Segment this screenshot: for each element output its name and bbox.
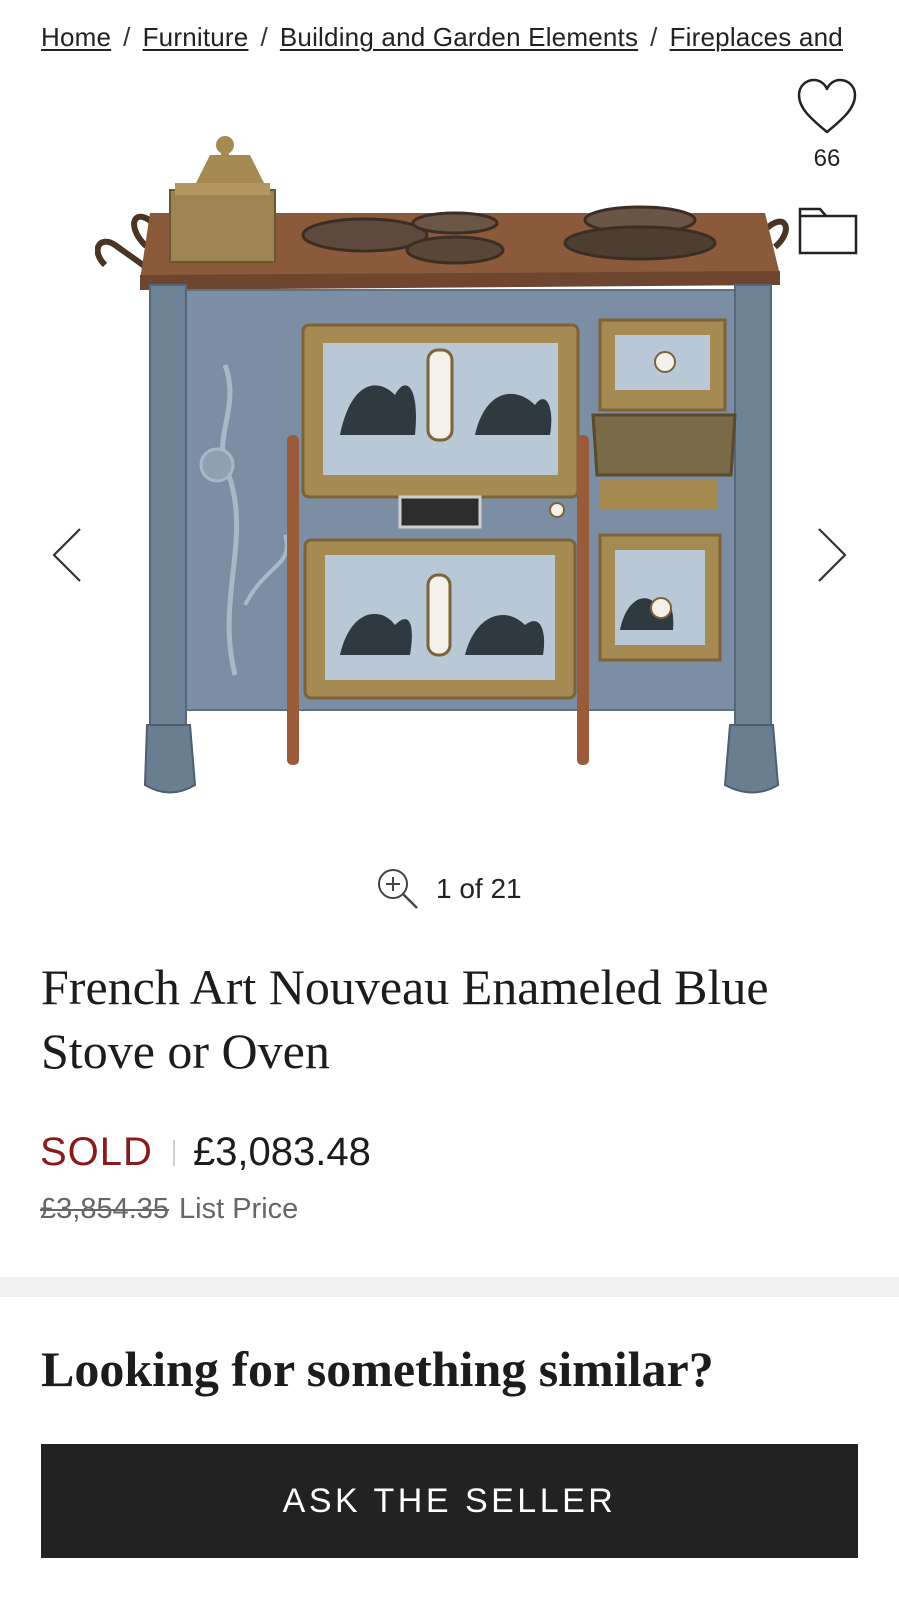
chevron-left-icon[interactable] — [50, 525, 84, 585]
zoom-in-icon[interactable] — [376, 867, 420, 911]
breadcrumb-separator: / — [260, 22, 268, 52]
breadcrumb-home[interactable]: Home — [41, 22, 111, 52]
breadcrumb-furniture[interactable]: Furniture — [143, 22, 249, 52]
breadcrumb-fireplaces[interactable]: Fireplaces and — [670, 22, 843, 52]
chevron-right-icon[interactable] — [815, 525, 849, 585]
product-image-gallery[interactable] — [0, 75, 899, 835]
product-image-stove[interactable] — [95, 135, 805, 815]
sale-price: £3,083.48 — [192, 1130, 371, 1174]
section-divider-band — [0, 1277, 899, 1297]
image-counter[interactable]: 1 of 21 — [376, 867, 522, 911]
similar-heading: Looking for something similar? — [41, 1341, 714, 1397]
breadcrumb-separator: / — [650, 22, 658, 52]
breadcrumb: Home / Furniture / Building and Garden Eleme… — [41, 22, 859, 53]
list-price-label: List Price — [179, 1193, 299, 1225]
breadcrumb-separator: / — [123, 22, 131, 52]
breadcrumb-building-garden[interactable]: Building and Garden Elements — [280, 22, 638, 52]
price-divider — [172, 1139, 175, 1166]
ask-the-seller-button[interactable]: ASK THE SELLER — [41, 1444, 858, 1558]
price-row: SOLD £3,083.48 — [40, 1130, 371, 1175]
product-title: French Art Nouveau Enameled Blue Stove o… — [41, 959, 769, 1079]
list-price-old: £3,854.35 — [40, 1193, 170, 1225]
sold-status: SOLD — [40, 1130, 153, 1174]
image-counter-text: 1 of 21 — [436, 873, 522, 904]
list-price-row: £3,854.35 List Price — [40, 1193, 298, 1226]
